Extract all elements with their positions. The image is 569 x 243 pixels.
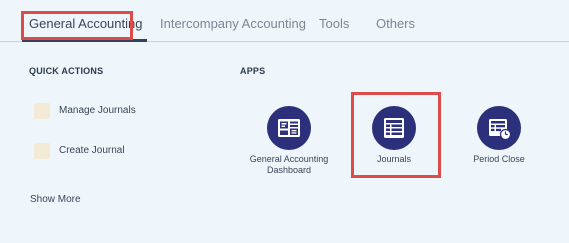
manage-journals-icon bbox=[34, 103, 50, 119]
tab-tools[interactable]: Tools bbox=[319, 16, 349, 31]
highlight-box-journals bbox=[351, 92, 441, 178]
quick-action-label: Create Journal bbox=[59, 145, 125, 156]
highlight-box-tab bbox=[21, 11, 133, 40]
quick-action-label: Manage Journals bbox=[59, 105, 136, 116]
tab-others[interactable]: Others bbox=[376, 16, 415, 31]
app-label: General Accounting Dashboard bbox=[249, 154, 329, 175]
app-general-accounting-dashboard[interactable]: General Accounting Dashboard bbox=[249, 106, 329, 176]
apps-title: APPS bbox=[240, 66, 266, 76]
dashboard-icon bbox=[267, 106, 311, 150]
create-journal-icon bbox=[34, 143, 50, 159]
quick-actions-title: QUICK ACTIONS bbox=[29, 66, 104, 76]
app-period-close[interactable]: Period Close bbox=[459, 106, 539, 165]
app-label: Period Close bbox=[473, 154, 525, 164]
tab-intercompany-accounting[interactable]: Intercompany Accounting bbox=[160, 16, 306, 31]
period-close-icon bbox=[477, 106, 521, 150]
show-more-link[interactable]: Show More bbox=[30, 194, 81, 205]
